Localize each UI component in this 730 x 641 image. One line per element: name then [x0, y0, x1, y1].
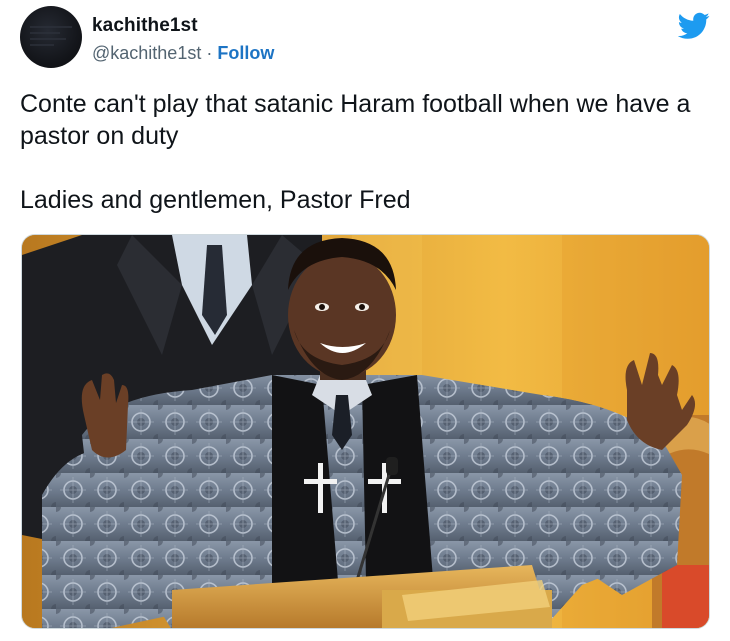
tweet-photo[interactable] [21, 234, 710, 629]
display-name[interactable]: kachithe1st [92, 15, 198, 37]
user-handle[interactable]: @kachithe1st [92, 43, 201, 63]
tweet-card: kachithe1st @kachithe1st · Follow Conte … [0, 0, 730, 641]
tweet-text-line: Conte can't play that satanic Haram foot… [20, 90, 691, 150]
follow-button[interactable]: Follow [217, 43, 274, 63]
tweet-text: Conte can't play that satanic Haram foot… [20, 88, 710, 216]
tweet-text-line: Ladies and gentlemen, Pastor Fred [20, 186, 411, 214]
avatar[interactable] [20, 6, 82, 68]
user-meta: @kachithe1st · Follow [92, 43, 274, 64]
twitter-bird-icon[interactable] [677, 12, 710, 40]
separator-dot: · [201, 43, 218, 63]
